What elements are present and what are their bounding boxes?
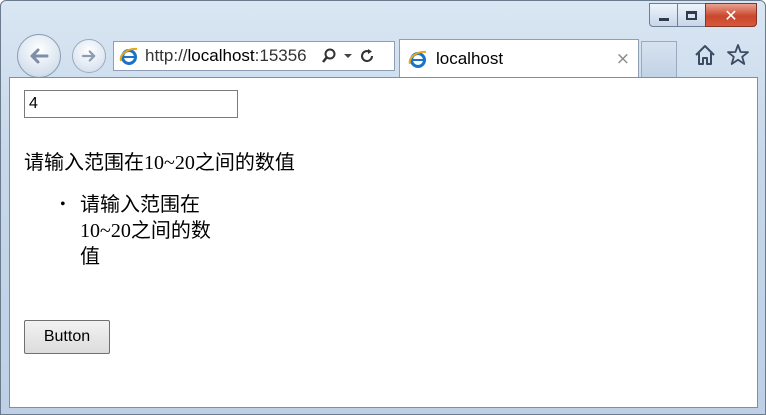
window-caption-buttons: ✕ — [649, 3, 757, 27]
url-prefix: http:// — [145, 46, 188, 65]
validation-summary: 请输入范围在10~20之间的数值 — [60, 192, 230, 270]
star-icon[interactable] — [726, 43, 750, 67]
tab-localhost[interactable]: localhost × — [399, 39, 639, 77]
close-icon: ✕ — [724, 5, 738, 25]
page-content: 请输入范围在10~20之间的数值 请输入范围在10~20之间的数值 Button — [9, 77, 758, 408]
maximize-button[interactable] — [677, 3, 705, 27]
number-input[interactable] — [24, 90, 238, 118]
tab-title: localhost — [436, 48, 504, 68]
url-port: :15356 — [254, 46, 307, 65]
address-bar[interactable]: http://localhost:15356 — [113, 41, 395, 71]
browser-window: ✕ http://localhost:15356 localhost × 4 请… — [0, 0, 766, 415]
internet-explorer-icon — [119, 47, 138, 65]
close-window-button[interactable]: ✕ — [705, 3, 757, 27]
url-host: localhost — [187, 46, 255, 65]
minimize-icon — [658, 17, 669, 21]
search-icon[interactable] — [321, 48, 337, 64]
home-icon[interactable] — [693, 43, 717, 67]
chevron-down-icon[interactable] — [343, 52, 353, 60]
maximize-icon — [686, 10, 697, 20]
tab-close-button[interactable]: × — [616, 49, 630, 69]
minimize-button[interactable] — [649, 3, 677, 27]
new-tab-button[interactable] — [641, 41, 677, 77]
url-text[interactable]: http://localhost:15356 — [145, 46, 317, 66]
forward-arrow-icon — [81, 50, 96, 62]
address-controls — [321, 48, 375, 64]
back-arrow-icon — [30, 48, 49, 64]
internet-explorer-icon — [408, 50, 427, 68]
forward-button[interactable] — [72, 39, 106, 73]
refresh-icon[interactable] — [359, 48, 375, 64]
validation-summary-item: 请输入范围在10~20之间的数值 — [60, 192, 230, 270]
validation-message: 请输入范围在10~20之间的数值 — [24, 152, 295, 174]
back-button[interactable] — [17, 34, 61, 78]
submit-button[interactable]: Button — [24, 320, 110, 354]
